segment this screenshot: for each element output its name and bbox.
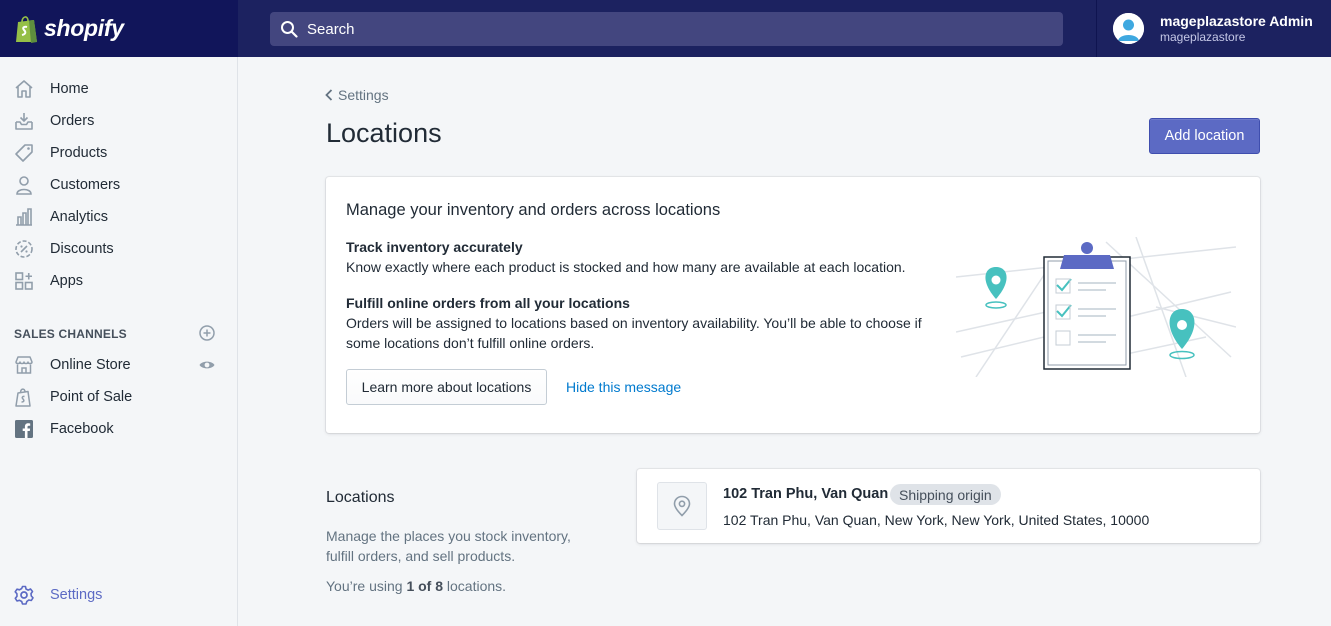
sidebar-item-label: Orders — [50, 113, 95, 129]
store-icon — [15, 356, 33, 374]
location-pin-icon — [673, 495, 691, 517]
user-avatar-icon — [1113, 13, 1144, 44]
hide-message-link[interactable]: Hide this message — [566, 379, 681, 395]
gear-icon — [14, 585, 34, 605]
locations-usage: You’re using 1 of 8 locations. — [326, 578, 506, 594]
sidebar-item-apps[interactable]: Apps — [0, 266, 237, 296]
sidebar-item-label: Online Store — [50, 357, 131, 373]
tag-icon — [15, 144, 33, 162]
sidebar-item-label: Facebook — [50, 421, 114, 437]
top-bar: shopify Search mageplazastore Admin mage… — [0, 0, 1331, 57]
usage-prefix: You’re using — [326, 578, 407, 594]
location-list-item[interactable]: 102 Tran Phu, Van Quan Shipping origin 1… — [637, 469, 1260, 543]
avatar — [1113, 13, 1144, 44]
sidebar-item-label: Analytics — [50, 209, 109, 225]
track-text: Know exactly where each product is stock… — [346, 259, 906, 275]
orders-icon — [15, 113, 33, 130]
sidebar-item-label: Apps — [50, 273, 84, 289]
bar-chart-icon — [16, 208, 32, 226]
locations-heading: Locations — [326, 489, 395, 506]
sidebar-item-discounts[interactable]: Discounts — [0, 234, 237, 264]
breadcrumb-label: Settings — [338, 87, 389, 103]
home-icon — [15, 80, 33, 98]
sidebar-item-home[interactable]: Home — [0, 74, 237, 104]
usage-suffix: locations. — [443, 578, 507, 594]
page-title: Locations — [326, 118, 442, 148]
usage-count: 1 of 8 — [406, 578, 444, 594]
sidebar-item-point-of-sale[interactable]: Point of Sale — [0, 382, 237, 412]
track-heading: Track inventory accurately — [346, 239, 523, 255]
sidebar-item-products[interactable]: Products — [0, 138, 237, 168]
sidebar-item-label: Products — [50, 145, 108, 161]
locations-description: Manage the places you stock inventory, f… — [326, 528, 571, 564]
discount-icon — [15, 240, 33, 258]
person-icon — [16, 176, 32, 195]
breadcrumb[interactable]: Settings — [325, 87, 389, 103]
fulfill-heading: Fulfill online orders from all your loca… — [346, 295, 630, 311]
learn-more-button[interactable]: Learn more about locations — [346, 369, 547, 405]
fulfill-text: Orders will be assigned to locations bas… — [346, 315, 922, 351]
sidebar-item-customers[interactable]: Customers — [0, 170, 237, 200]
map-pin-left — [985, 267, 1007, 309]
chevron-left-icon — [325, 89, 333, 101]
add-channel-icon[interactable] — [198, 324, 216, 342]
search-icon — [281, 21, 298, 38]
location-thumbnail — [657, 482, 707, 530]
sidebar-item-orders[interactable]: Orders — [0, 106, 237, 136]
user-store: mageplazastore — [1160, 30, 1246, 44]
sidebar-item-facebook[interactable]: Facebook — [0, 414, 237, 444]
search-placeholder: Search — [307, 20, 355, 38]
sidebar-item-label: Home — [50, 81, 89, 97]
sales-channels-title: SALES CHANNELS — [14, 327, 127, 341]
sidebar-item-label: Discounts — [50, 241, 114, 257]
facebook-icon — [15, 420, 33, 438]
banner-title: Manage your inventory and orders across … — [346, 201, 721, 219]
clipboard-map-illustration — [956, 237, 1236, 377]
sidebar-item-label: Settings — [50, 587, 103, 603]
search-input[interactable]: Search — [270, 12, 1063, 46]
user-name: mageplazastore Admin — [1160, 13, 1313, 29]
sidebar-item-analytics[interactable]: Analytics — [0, 202, 237, 232]
clipboard — [1043, 242, 1131, 370]
info-banner-card: Manage your inventory and orders across … — [326, 177, 1260, 433]
map-pin-right — [1169, 309, 1195, 360]
shopify-bag-icon — [16, 15, 37, 43]
sidebar-item-label: Point of Sale — [50, 389, 133, 405]
status-badge: Shipping origin — [890, 484, 1001, 505]
shopify-logo[interactable]: shopify — [0, 0, 238, 57]
brand-name: shopify — [44, 15, 124, 41]
shopping-bag-icon — [15, 388, 31, 407]
location-address: 102 Tran Phu, Van Quan, New York, New Yo… — [723, 512, 1150, 528]
apps-icon — [15, 272, 33, 290]
eye-icon[interactable] — [198, 356, 216, 374]
add-location-button[interactable]: Add location — [1149, 118, 1260, 154]
sidebar-item-label: Customers — [50, 177, 121, 193]
location-name[interactable]: 102 Tran Phu, Van Quan — [723, 486, 888, 502]
user-menu[interactable]: mageplazastore Admin mageplazastore — [1096, 0, 1331, 57]
sidebar: Home Orders Products Customers Analytics — [0, 57, 238, 626]
sidebar-item-settings[interactable]: Settings — [0, 580, 237, 610]
